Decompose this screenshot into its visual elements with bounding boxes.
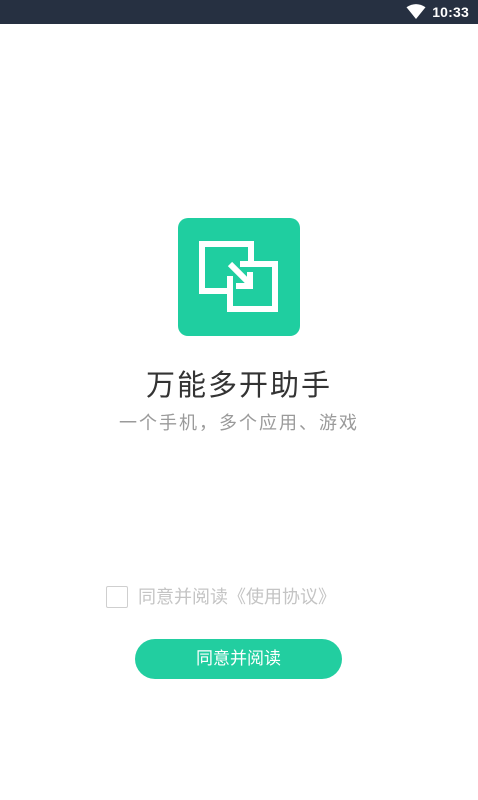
agreement-label[interactable]: 同意并阅读《使用协议》 — [138, 586, 336, 610]
app-name: 万能多开助手 — [145, 368, 332, 402]
agreement-row[interactable]: 同意并阅读《使用协议》 — [106, 586, 376, 612]
app-tagline: 一个手机，多个应用、游戏 — [119, 413, 359, 434]
agreement-checkbox[interactable] — [106, 586, 128, 608]
status-bar: 10:33 — [0, 0, 478, 24]
agree-and-read-button[interactable]: 同意并阅读 — [135, 639, 342, 679]
wifi-icon — [406, 4, 426, 20]
app-logo — [178, 218, 300, 336]
status-time: 10:33 — [432, 4, 469, 20]
